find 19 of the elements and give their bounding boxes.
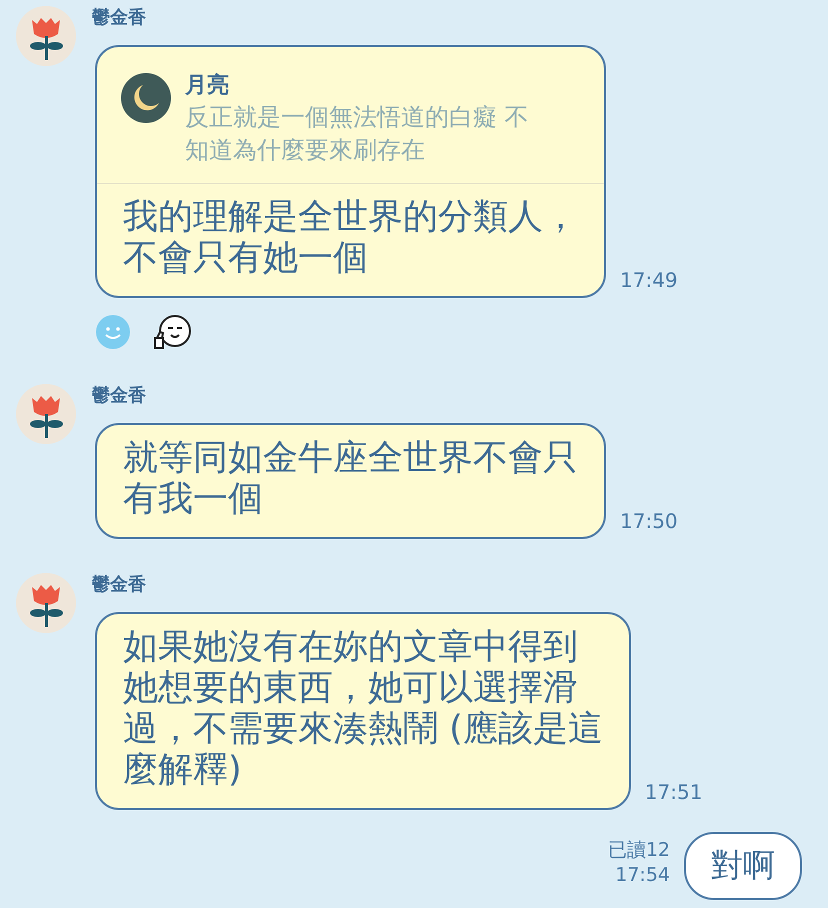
message-time: 17:49 [620,268,678,292]
message-bubble[interactable]: 月亮 反正就是一個無法悟道的白癡 不 知道為什麼要來刷存在 我的理解是全世界的分類人， 不會只有她一個 [95,45,606,298]
message-bubble[interactable]: 如果她沒有在妳的文章中得到 她想要的東西，她可以選擇滑 過，不需要來湊熱鬧 (應該是這 麼解釋) [95,612,631,810]
thumbs-up-face-icon[interactable] [152,314,192,350]
message-time: 17:54 [615,863,670,888]
message-bubble[interactable]: 就等同如金牛座全世界不會只 有我一個 [95,423,606,539]
message-time: 17:50 [620,509,678,533]
sender-name: 鬱金香 [92,6,146,30]
message-time: 17:51 [644,780,702,804]
sender-name: 鬱金香 [92,384,146,408]
sender-name: 鬱金香 [92,573,146,597]
message-text: 就等同如金牛座全世界不會只 有我一個 [122,437,579,521]
message-bubble[interactable]: 對啊 [684,832,802,900]
moon-avatar [121,73,171,123]
message-text: 如果她沒有在妳的文章中得到 她想要的東西，她可以選擇滑 過，不需要來湊熱鬧 (應該是這 麼解釋) [122,626,604,792]
quoted-text: 反正就是一個無法悟道的白癡 不 知道為什麼要來刷存在 [185,102,529,166]
message-text: 我的理解是全世界的分類人， 不會只有她一個 [122,196,579,280]
read-receipt: 已讀12 [608,838,670,863]
quoted-sender: 月亮 [185,72,229,100]
